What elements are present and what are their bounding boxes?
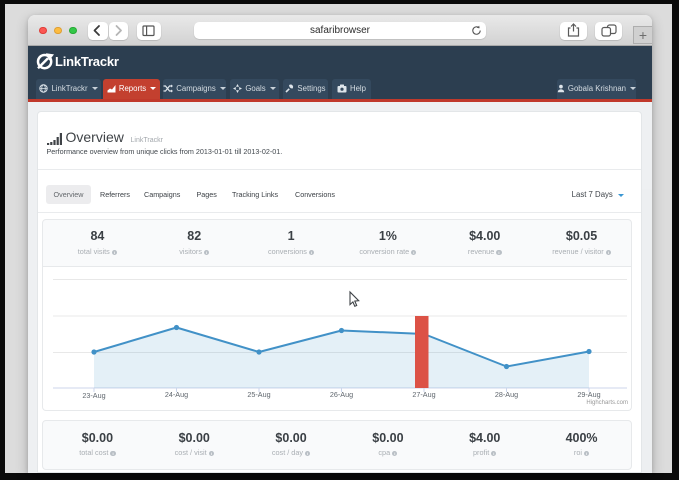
svg-text:25-Aug: 25-Aug [247, 390, 270, 399]
svg-text:29-Aug: 29-Aug [577, 390, 600, 399]
svg-text:23-Aug: 23-Aug [82, 391, 105, 400]
svg-text:28-Aug: 28-Aug [495, 390, 518, 399]
svg-text:26-Aug: 26-Aug [330, 390, 353, 399]
svg-text:24-Aug: 24-Aug [165, 390, 188, 399]
svg-text:27-Aug: 27-Aug [412, 390, 435, 399]
svg-text:Highcharts.com: Highcharts.com [586, 400, 628, 406]
